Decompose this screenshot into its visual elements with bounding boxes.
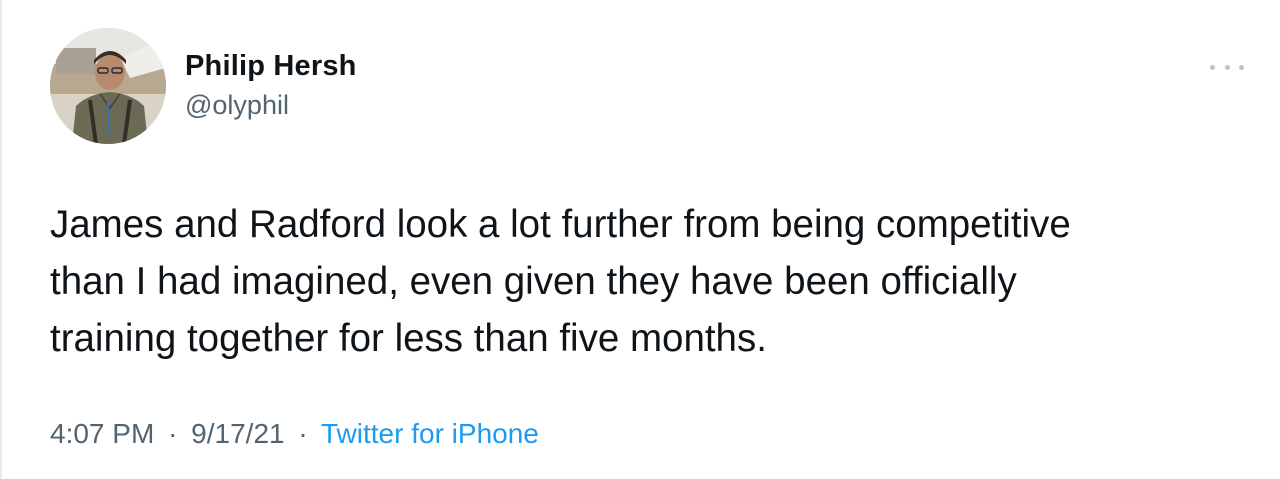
meta-separator: ·: [298, 418, 308, 449]
author-name[interactable]: Philip Hersh: [185, 50, 357, 83]
more-dot: [1224, 64, 1230, 70]
tweet-text-line: training together for less than five mon…: [50, 317, 767, 360]
tweet-text-line: than I had imagined, even given they hav…: [50, 260, 1017, 303]
avatar-photo: [50, 28, 166, 144]
more-horizontal-icon[interactable]: [1210, 58, 1244, 76]
tweet-date[interactable]: 9/17/21: [191, 418, 284, 449]
tweet-text: James and Radford look a lot further fro…: [50, 196, 1250, 367]
tweet-card: Philip Hersh @olyphil James and Radford …: [0, 0, 1280, 479]
avatar[interactable]: [50, 28, 166, 144]
meta-separator: ·: [168, 418, 178, 449]
author-handle[interactable]: @olyphil: [185, 90, 289, 121]
tweet-source-link[interactable]: Twitter for iPhone: [321, 418, 539, 449]
more-dot: [1210, 64, 1215, 70]
tweet-meta: 4:07 PM · 9/17/21 · Twitter for iPhone: [50, 418, 539, 450]
more-dot: [1239, 64, 1244, 70]
tweet-text-line: James and Radford look a lot further fro…: [50, 203, 1071, 246]
tweet-time[interactable]: 4:07 PM: [50, 418, 154, 449]
